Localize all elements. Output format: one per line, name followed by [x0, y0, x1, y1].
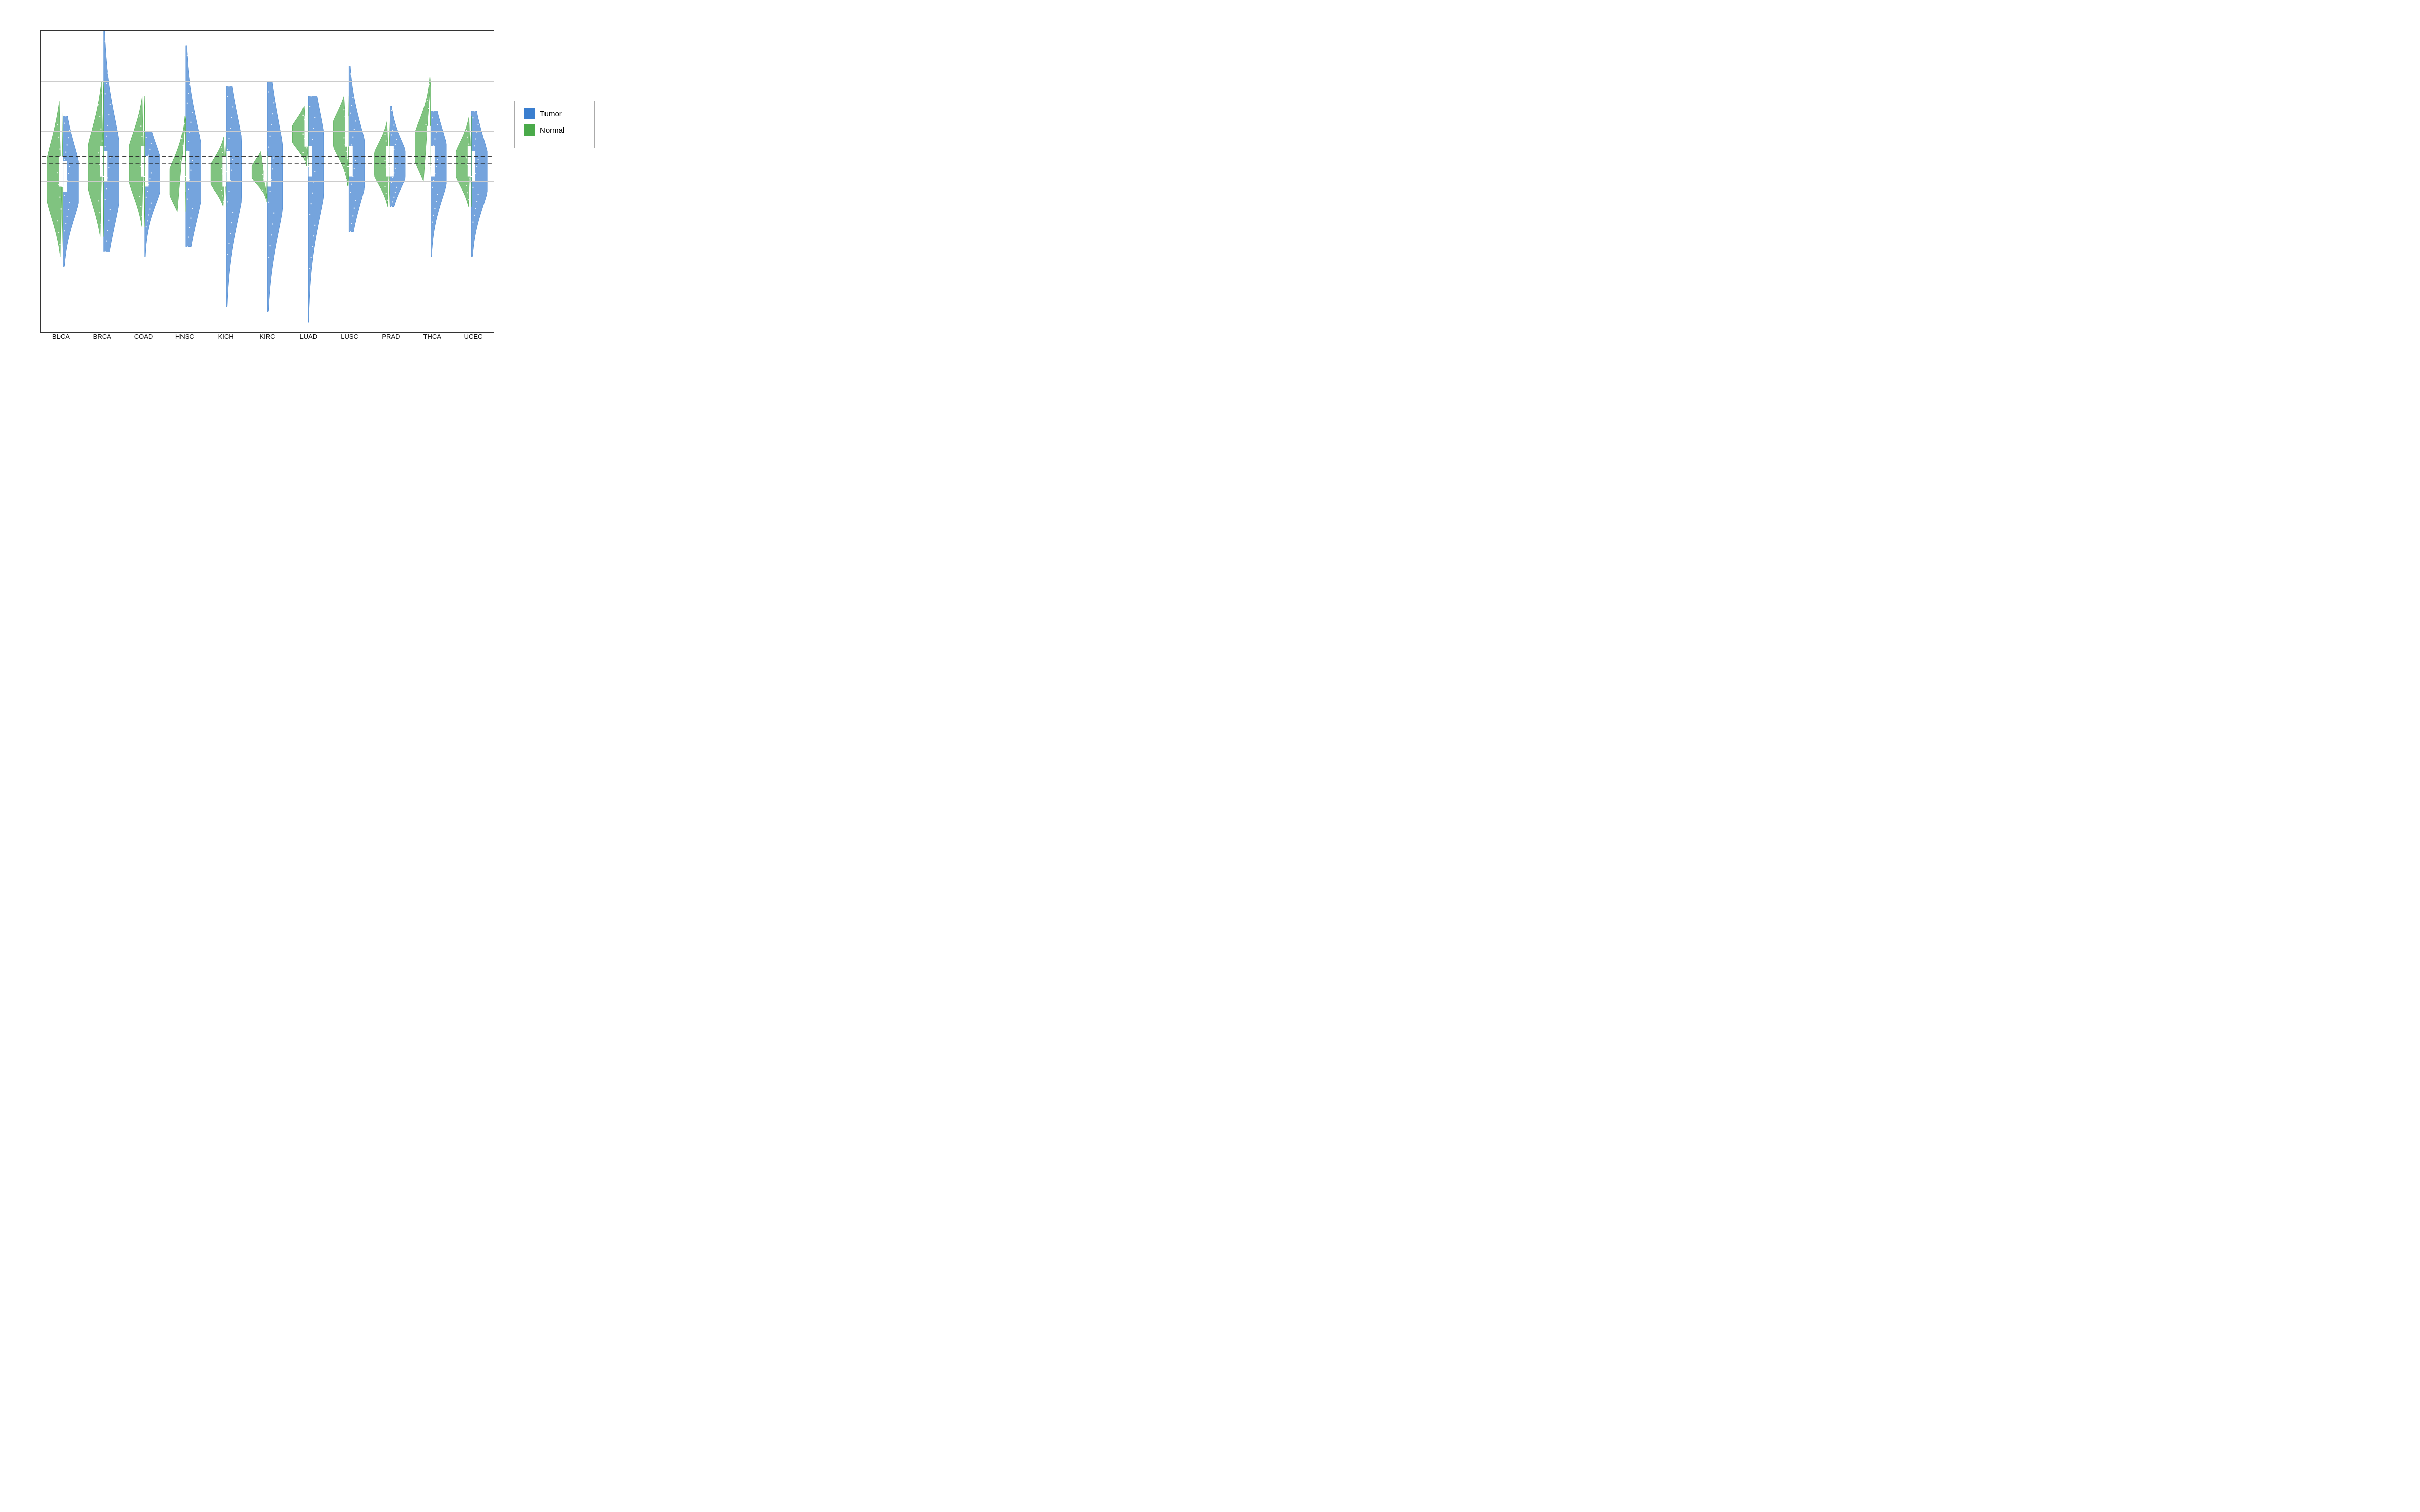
x-label-blca: BLCA — [40, 333, 82, 340]
x-label-luad: LUAD — [288, 333, 329, 340]
legend-box-normal — [524, 124, 535, 136]
x-label-hnsc: HNSC — [164, 333, 205, 340]
x-label-coad: COAD — [123, 333, 164, 340]
chart-container: 6789101112 BLCABRCACOADHNSCKICHKIRCLUADL… — [0, 0, 605, 378]
y-tick-11: 11 — [41, 81, 494, 82]
legend-item-normal: Normal — [524, 124, 585, 136]
x-label-brca: BRCA — [82, 333, 123, 340]
x-label-kich: KICH — [205, 333, 247, 340]
x-label-kirc: KIRC — [247, 333, 288, 340]
chart-title — [0, 0, 605, 14]
legend: Tumor Normal — [514, 101, 595, 148]
chart-area: 6789101112 — [40, 30, 494, 333]
y-tick-9: 9 — [41, 181, 494, 182]
y-axis-label — [0, 30, 40, 333]
x-label-ucec: UCEC — [453, 333, 494, 340]
legend-item-tumor: Tumor — [524, 108, 585, 119]
legend-label-tumor: Tumor — [540, 110, 562, 118]
x-label-prad: PRAD — [371, 333, 412, 340]
x-label-lusc: LUSC — [329, 333, 371, 340]
legend-box-tumor — [524, 108, 535, 119]
x-axis-labels: BLCABRCACOADHNSCKICHKIRCLUADLUSCPRADTHCA… — [40, 333, 494, 353]
y-tick-10: 10 — [41, 131, 494, 132]
x-label-thca: THCA — [411, 333, 453, 340]
legend-label-normal: Normal — [540, 126, 564, 135]
